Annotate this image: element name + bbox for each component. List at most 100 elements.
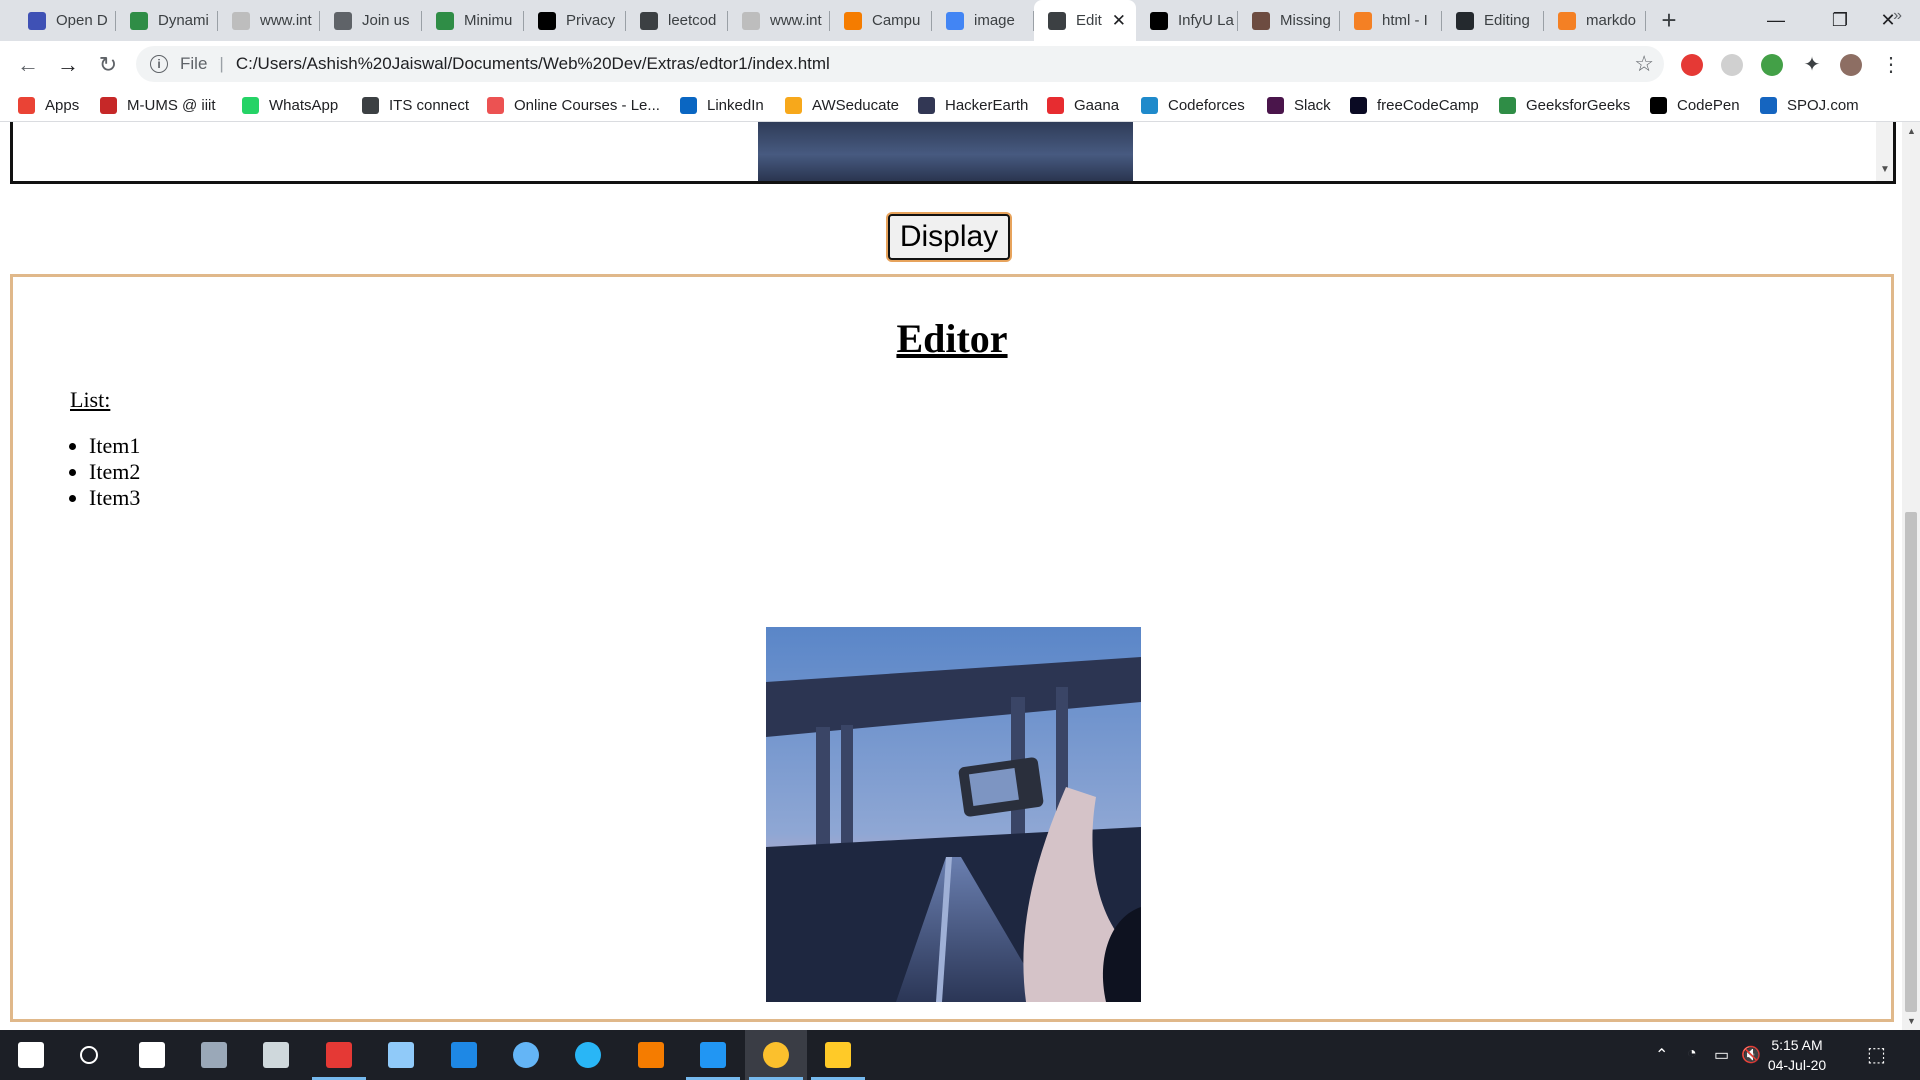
taskbar-clock[interactable]: 5:15 AM 04-Jul-20: [1762, 1035, 1832, 1075]
bookmark-label: Apps: [45, 96, 80, 114]
bookmark-item[interactable]: freeCodeCamp: [1350, 94, 1479, 116]
minimize-button[interactable]: —: [1744, 0, 1808, 41]
git-icon[interactable]: [620, 1030, 682, 1080]
bookmark-item[interactable]: Slack: [1267, 94, 1331, 116]
globe-icon: [1048, 11, 1066, 30]
battery-icon[interactable]: ▭: [1714, 1045, 1729, 1065]
extension-grey-icon[interactable]: [1721, 54, 1743, 76]
bookmark-item[interactable]: LinkedIn: [680, 94, 764, 116]
tab-close-icon[interactable]: ✕: [1112, 11, 1126, 31]
tab-5[interactable]: Minimu: [422, 0, 524, 41]
bookmark-item[interactable]: WhatsApp: [242, 94, 338, 116]
geeksforgeeks-icon: [130, 11, 148, 30]
bookmark-item[interactable]: SPOJ.com: [1760, 94, 1859, 116]
telegram-icon[interactable]: [557, 1030, 619, 1080]
bookmarks-overflow-button[interactable]: »: [1893, 7, 1902, 25]
scroll-down-icon[interactable]: ▼: [1907, 1016, 1916, 1026]
freecodecamp-icon: [1350, 96, 1367, 114]
udemy-icon: [487, 96, 504, 114]
tab-7[interactable]: leetcod: [626, 0, 728, 41]
page-scrollbar[interactable]: ▲ ▼: [1902, 122, 1920, 1030]
bookmark-item[interactable]: Apps: [18, 94, 79, 116]
info-icon[interactable]: i: [150, 55, 168, 73]
wifi-icon[interactable]: ◔: [1687, 1045, 1697, 1063]
tab-1[interactable]: Open D: [14, 0, 116, 41]
git-icon-glyph: [638, 1042, 664, 1068]
extension-green-icon[interactable]: [1761, 54, 1783, 76]
tray-chevron-icon[interactable]: ⌃: [1655, 1045, 1668, 1065]
edge-icon[interactable]: [433, 1030, 495, 1080]
close-window-button[interactable]: ✕: [1856, 0, 1920, 41]
item-list: Item1 Item2 Item3: [75, 433, 140, 511]
list-item: Item1: [89, 433, 140, 459]
blank-page-icon: [742, 11, 760, 30]
bookmark-label: Codeforces: [1168, 96, 1245, 114]
info-icon[interactable]: [495, 1030, 557, 1080]
tab-label: Privacy: [566, 12, 616, 29]
bookmark-item[interactable]: Online Courses - Le...: [487, 94, 660, 116]
tab-14[interactable]: html - I: [1340, 0, 1442, 41]
tab-8[interactable]: www.int: [728, 0, 830, 41]
reload-icon[interactable]: ↻: [92, 49, 124, 81]
hackerearth-icon: [918, 96, 935, 114]
tab-4[interactable]: Join us: [320, 0, 422, 41]
tab-15[interactable]: Editing: [1442, 0, 1544, 41]
tab-3[interactable]: www.int: [218, 0, 320, 41]
geeksforgeeks-icon: [436, 11, 454, 30]
menu-kebab-icon[interactable]: ⋮: [1880, 54, 1902, 76]
display-button[interactable]: Display: [888, 214, 1010, 260]
terminal-icon[interactable]: [245, 1030, 307, 1080]
clock-time: 5:15 AM: [1771, 1037, 1823, 1053]
scroll-thumb[interactable]: [1905, 512, 1917, 1012]
geeksforgeeks-icon: [1499, 96, 1516, 114]
bookmark-item[interactable]: Codeforces: [1141, 94, 1245, 116]
start-icon[interactable]: [0, 1030, 62, 1080]
tab-13[interactable]: Missing: [1238, 0, 1340, 41]
bookmark-label: Gaana: [1074, 96, 1120, 114]
office-icon[interactable]: [308, 1030, 370, 1080]
vscode-icon[interactable]: [682, 1030, 744, 1080]
chrome-icon[interactable]: [745, 1030, 807, 1080]
virtualbox-icon[interactable]: [370, 1030, 432, 1080]
opera-vpn-icon[interactable]: [1681, 54, 1703, 76]
scroll-up-icon[interactable]: ▲: [1907, 126, 1916, 136]
file-explorer-icon[interactable]: [807, 1030, 869, 1080]
bookmark-star-icon[interactable]: ☆: [1634, 51, 1654, 77]
tab-9[interactable]: Campu: [830, 0, 932, 41]
chrome-icon-glyph: [763, 1042, 789, 1068]
address-bar[interactable]: i File | C:/Users/Ashish%20Jaiswal/Docum…: [136, 46, 1664, 82]
bridge-photo: [766, 627, 1141, 1002]
tab-16[interactable]: markdo: [1544, 0, 1646, 41]
tab-12[interactable]: InfyU La: [1136, 0, 1238, 41]
stackoverflow-icon: [1558, 11, 1576, 30]
bookmark-item[interactable]: Gaana: [1047, 94, 1119, 116]
bookmark-label: M-UMS @ iiit: [127, 96, 216, 114]
bookmark-item[interactable]: GeeksforGeeks: [1499, 94, 1630, 116]
tab-2[interactable]: Dynami: [116, 0, 218, 41]
back-icon[interactable]: ←: [12, 49, 44, 81]
tab-label: Minimu: [464, 12, 513, 29]
volume-muted-icon[interactable]: 🔇: [1741, 1045, 1761, 1065]
bookmark-item[interactable]: AWSeducate: [785, 94, 899, 116]
preview-frame: ▼: [10, 122, 1896, 184]
mysql-workbench-icon[interactable]: [183, 1030, 245, 1080]
extensions-puzzle-icon[interactable]: ✦: [1801, 54, 1823, 76]
profile-avatar[interactable]: [1840, 54, 1862, 76]
bookmark-item[interactable]: M-UMS @ iiit: [100, 94, 216, 116]
bookmark-item[interactable]: ITS connect: [362, 94, 469, 116]
bookmark-label: SPOJ.com: [1787, 96, 1859, 114]
bookmark-item[interactable]: CodePen: [1650, 94, 1740, 116]
address-url[interactable]: C:/Users/Ashish%20Jaiswal/Documents/Web%…: [236, 54, 830, 74]
tab-11[interactable]: Edit ✕: [1034, 0, 1136, 41]
codepen-icon: [1650, 96, 1667, 114]
preview-frame-scrollbar[interactable]: ▼: [1876, 122, 1893, 181]
bookmark-label: Online Courses - Le...: [514, 96, 660, 114]
search-icon[interactable]: [58, 1030, 120, 1080]
bookmark-item[interactable]: HackerEarth: [918, 94, 1028, 116]
action-center-icon[interactable]: ⬚: [1867, 1042, 1886, 1067]
store-icon[interactable]: [121, 1030, 183, 1080]
tab-6[interactable]: Privacy: [524, 0, 626, 41]
forward-icon[interactable]: →: [52, 49, 84, 81]
new-tab-button[interactable]: +: [1655, 7, 1683, 35]
tab-10[interactable]: image: [932, 0, 1034, 41]
